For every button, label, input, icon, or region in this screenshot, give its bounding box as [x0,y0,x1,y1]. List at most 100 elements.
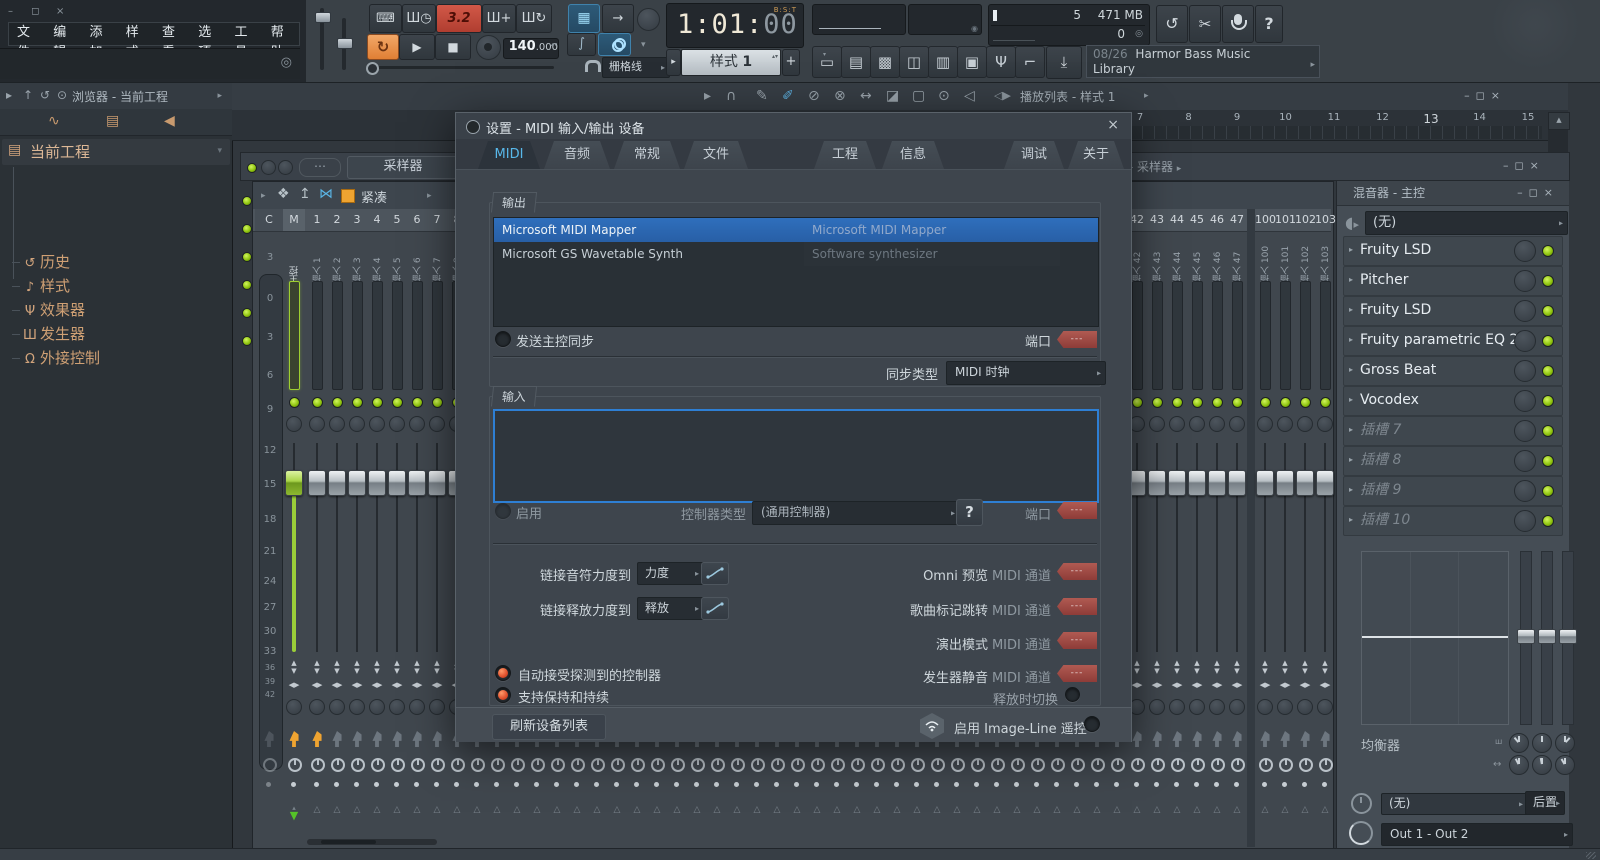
strip-pan-knob[interactable] [1229,699,1245,715]
eq-knob-4[interactable] [1509,755,1529,775]
strip-clock-icon[interactable] [1131,758,1145,772]
strip-clock-icon[interactable] [531,758,545,772]
strip-fx-icon[interactable] [1299,731,1311,747]
mixer-header-101[interactable]: 101 [1275,209,1295,231]
mixer-strip-4[interactable]: 插入 4▲▼◀▶△ [367,231,387,847]
strip-clock-icon[interactable] [811,758,825,772]
rack-channel-led-4[interactable] [242,308,252,318]
strip-pan-arrows[interactable]: ◀▶ [1167,681,1187,689]
strip-fx-icon[interactable] [1211,731,1223,747]
strip-clock-icon[interactable] [591,758,605,772]
strip-route-arrow[interactable]: △ [747,805,767,815]
mixer-header-5[interactable]: 5 [387,209,407,231]
mixer-header-46[interactable]: 46 [1207,209,1227,231]
menu-item-3[interactable]: 样式 [118,23,154,45]
strip-clock-icon[interactable] [1151,758,1165,772]
magnet-snap-icon[interactable]: ∩ [726,88,736,104]
toggle-on-release-radio[interactable] [1065,687,1080,702]
strip-clock-icon[interactable] [571,758,585,772]
strip-pan-knob[interactable] [369,699,385,715]
record-audio-button[interactable] [1222,5,1254,43]
strip-route-arrow[interactable]: △ [1087,805,1107,815]
strip-route-arrow[interactable]: △ [507,805,527,815]
strip-clock-icon[interactable] [351,758,365,772]
toggle-mixer[interactable]: ▥ [928,46,958,78]
strip-dot-icon[interactable] [934,782,939,787]
strip-route-arrow[interactable]: △ [647,805,667,815]
strip-fader[interactable] [328,470,346,496]
dialog-tab-常规[interactable]: 常规 [614,141,680,169]
strip-route-arrow[interactable]: △ [1207,805,1227,815]
eq-graph[interactable] [1361,551,1509,725]
strip-dot-icon[interactable] [794,782,799,787]
download-button[interactable]: ⤓ [1046,46,1082,79]
slot-mix-knob[interactable] [1514,360,1536,382]
dialog-tab-调试[interactable]: 调试 [1004,141,1064,169]
strip-fx-icon[interactable] [391,731,403,747]
menu-item-2[interactable]: 添加 [82,23,118,45]
strip-led[interactable] [372,397,383,408]
playlist-play-icon[interactable]: ◁▶ [994,89,1011,102]
strip-clock-icon[interactable] [631,758,645,772]
time-display[interactable]: 1:01:00 B:S:T [666,3,804,48]
strip-dot-icon[interactable] [1074,782,1079,787]
strip-led[interactable] [1320,397,1331,408]
rack-window-controls[interactable]: –◻× [1503,159,1545,172]
strip-stereo-knob[interactable] [1277,416,1293,432]
sampler-channel-button[interactable]: 采样器 [347,156,459,179]
mixer-header-3[interactable]: 3 [347,209,367,231]
browser-item-2[interactable]: Ψ效果器 [20,299,220,323]
dialog-tab-信息[interactable]: 信息 [882,141,944,169]
strip-route-arrow[interactable]: △ [427,805,447,815]
slot-mix-knob[interactable] [1514,450,1536,472]
strip-fader[interactable] [1148,470,1166,496]
strip-clock-icon[interactable] [711,758,725,772]
fx-slot-8[interactable]: ▸插槽 8 [1343,446,1563,476]
strip-dot-icon[interactable] [634,782,639,787]
mixer-header-2[interactable]: 2 [327,209,347,231]
strip-stereo-knob[interactable] [409,416,425,432]
strip-dot-icon[interactable] [574,782,579,787]
strip-dot-icon[interactable] [974,782,979,787]
strip-route-arrow[interactable]: △ [767,805,787,815]
slot-enable-led[interactable] [1542,245,1554,257]
strip-fader[interactable] [1296,470,1314,496]
browser-tab-files-icon[interactable]: ▤ [106,113,119,129]
strip-stereo-knob[interactable] [309,416,325,432]
strip-route-arrow[interactable]: △ [407,805,427,815]
strip-clock-icon[interactable] [1191,758,1205,772]
strip-dot-icon[interactable] [894,782,899,787]
mixer-header-44[interactable]: 44 [1167,209,1187,231]
playback-tool-icon[interactable]: ◁ [964,88,975,104]
strip-dot-icon[interactable] [414,782,419,787]
browser-up-icon[interactable]: ↑ [23,88,33,102]
strip-fader[interactable] [368,470,386,496]
strip-pan-arrows[interactable]: ◀▶ [1295,681,1315,689]
strip-fx-icon[interactable] [1319,731,1331,747]
strip-fader[interactable] [348,470,366,496]
strip-fader[interactable] [285,470,303,496]
strip-stereo-knob[interactable] [329,416,345,432]
strip-sep-arrows[interactable]: ▲▼ [1227,659,1247,675]
mixer-view-chevron-icon[interactable]: ▸ [427,191,432,201]
strip-led[interactable] [1172,397,1183,408]
tempo-stepper[interactable]: ▴▾ [551,41,557,48]
strip-pan-arrows[interactable]: ◀▶ [1315,681,1335,689]
strip-stereo-knob[interactable] [429,416,445,432]
strip-dot-icon[interactable] [474,782,479,787]
pattern-prev-button[interactable]: ▸ [666,49,681,76]
strip-led[interactable] [289,397,300,408]
strip-pan-knob[interactable] [1169,699,1185,715]
strip-dot-icon[interactable] [674,782,679,787]
strip-clock-icon[interactable] [851,758,865,772]
strip-dot-icon[interactable] [614,782,619,787]
strip-dot-icon[interactable] [291,782,296,787]
strip-pan-arrows[interactable]: ◀▶ [1147,681,1167,689]
countdown-button[interactable]: Ш+ [482,4,516,33]
link-release-curve-button[interactable] [701,597,729,620]
input-port-selector[interactable]: --- [1057,502,1097,519]
stop-button[interactable]: ■ [435,34,471,60]
strip-pan-arrows[interactable]: ◀▶ [307,681,327,689]
strip-stereo-knob[interactable] [1169,416,1185,432]
strip-dot-icon[interactable] [1194,782,1199,787]
